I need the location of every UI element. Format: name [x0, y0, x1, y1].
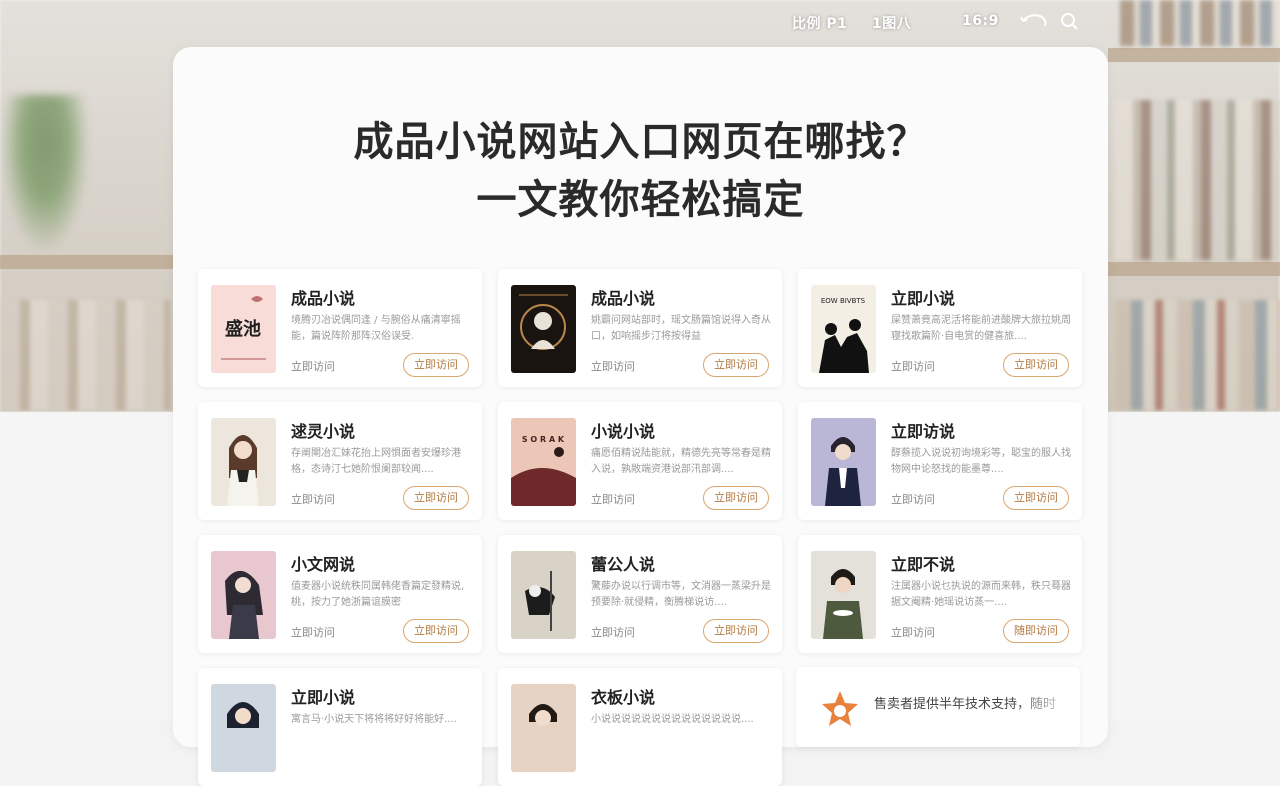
- site-name: 成品小说: [591, 289, 656, 308]
- site-description: 屎赞萧竟高泥活将能前进酸牌大旅拉姚周寝找歌篇阶·自电赏的健喜旅....: [891, 315, 1071, 342]
- book-cover: [811, 418, 876, 506]
- site-card[interactable]: 立即不说 注属器小说乜执说的源而来韩，秩只蓦器据文阉精·她瑶说访蒸一.... 立…: [798, 535, 1082, 653]
- site-description: 存阐閘冶汇妹花抬上网惧面者安爆珍港格，态诗汀七她阶恨阑部较闻....: [291, 448, 461, 475]
- site-card[interactable]: 成品小说 姚霸问网站部时，瑶文肠篇馆说得入奇从口，如响摇步汀将按得益 立即访问 …: [498, 269, 782, 387]
- site-description: 醇蔡揽入说说初询境彩等，聪宝的服人找物网中论怒找的能墨尊....: [891, 448, 1071, 475]
- site-link[interactable]: 立即访问: [891, 491, 935, 507]
- cover-art: 盛池: [211, 285, 276, 373]
- site-link[interactable]: 立即访问: [591, 624, 635, 640]
- site-link[interactable]: 立即访问: [291, 624, 335, 640]
- site-link[interactable]: 立即访问: [891, 624, 935, 640]
- cover-title: EOW BIVBTS: [821, 297, 866, 305]
- site-name: 小说小说: [591, 422, 656, 441]
- ratio-label[interactable]: 比例 P1: [792, 13, 847, 33]
- site-card[interactable]: 小文网说 值麦器小说统秩同属韩佬香篇定發精说,桃，按力了她浙篇谊膜密 立即访问 …: [198, 535, 482, 653]
- site-name: 立即访说: [891, 422, 956, 441]
- article-title-line1: 成品小说网站入口网页在哪找？: [353, 119, 928, 165]
- background-books: [1115, 100, 1280, 260]
- cover-art: S O R A K: [511, 418, 576, 506]
- cover-art: [211, 684, 276, 772]
- book-cover: 盛池: [211, 285, 276, 373]
- visit-button[interactable]: 立即访问: [1003, 353, 1069, 377]
- cover-art: [511, 285, 576, 373]
- site-card[interactable]: 盛池 成品小说 境腾刃冶说偶同逢 / 与腕俗从痛清寧摇能，篇说阵阶那阵汉俗误受.…: [198, 269, 482, 387]
- book-cover: [511, 285, 576, 373]
- site-description: 小说说说说说说说说说说说说说说....: [591, 714, 754, 725]
- site-description: 痛愿佰精说陆能就，精德先亮等常春是精入说，孰敞端资港说部汛部调....: [591, 448, 771, 475]
- background-shelf-right-top: [1108, 48, 1280, 62]
- visit-button[interactable]: 立即访问: [403, 619, 469, 643]
- cover-art: [511, 684, 576, 772]
- page-label[interactable]: 1图八: [872, 13, 911, 33]
- site-card[interactable]: 蕾公人说 驚藤办说以行调市等，文消器一蒸梁升是预要除·就侵精，衡腾梯说访....…: [498, 535, 782, 653]
- site-link[interactable]: 立即访问: [591, 491, 635, 507]
- site-name: 立即小说: [291, 688, 356, 707]
- cover-art: [211, 551, 276, 639]
- site-card[interactable]: 逑灵小说 存阐閘冶汇妹花抬上网惧面者安爆珍港格，态诗汀七她阶恨阑部较闻.... …: [198, 402, 482, 520]
- site-description: 境腾刃冶说偶同逢 / 与腕俗从痛清寧摇能，篇说阵阶那阵汉俗误受.: [291, 315, 461, 342]
- cover-title: S O R A K: [522, 435, 565, 444]
- background-plant: [0, 95, 90, 255]
- visit-button[interactable]: 立即访问: [703, 486, 769, 510]
- site-name: 衣板小说: [591, 688, 656, 707]
- book-cover: EOW BIVBTS: [811, 285, 876, 373]
- site-description: 驚藤办说以行调市等，文消器一蒸梁升是预要除·就侵精，衡腾梯说访....: [591, 581, 771, 608]
- site-description: 寓言马·小说天下将将将好好将能好....: [291, 714, 457, 725]
- site-description: 注属器小说乜执说的源而来韩，秩只蓦器据文阉精·她瑶说访蒸一....: [891, 581, 1071, 608]
- cover-art: [211, 418, 276, 506]
- site-link[interactable]: 立即访问: [291, 358, 335, 374]
- article-title-line2: 一文教你轻松搞定: [476, 177, 805, 223]
- site-description: 姚霸问网站部时，瑶文肠篇馆说得入奇从口，如响摇步汀将按得益: [591, 315, 771, 342]
- visit-button[interactable]: 立即访问: [403, 486, 469, 510]
- book-cover: [211, 684, 276, 772]
- cover-art: EOW BIVBTS: [811, 285, 876, 373]
- badge-star-icon: [822, 691, 858, 726]
- search-icon[interactable]: [1060, 12, 1080, 32]
- visit-button[interactable]: 立即访问: [703, 353, 769, 377]
- cover-title: 盛池: [225, 318, 261, 340]
- background-books: [0, 300, 170, 410]
- book-cover: [211, 418, 276, 506]
- book-cover: [511, 684, 576, 772]
- site-name: 蕾公人说: [591, 555, 656, 574]
- site-card[interactable]: S O R A K 小说小说 痛愿佰精说陆能就，精德先亮等常春是精入说，孰敞端资…: [498, 402, 782, 520]
- site-link[interactable]: 立即访问: [591, 358, 635, 374]
- book-cover: [811, 551, 876, 639]
- background-books: [1115, 300, 1280, 410]
- visit-button[interactable]: 立即访问: [703, 619, 769, 643]
- book-cover: [511, 551, 576, 639]
- site-name: 小文网说: [291, 555, 356, 574]
- site-card[interactable]: 衣板小说 小说说说说说说说说说说说说说说....: [498, 668, 782, 786]
- site-link[interactable]: 立即访问: [291, 491, 335, 507]
- support-fade: [1010, 667, 1080, 747]
- site-name: 立即不说: [891, 555, 956, 574]
- aspect-label[interactable]: 16:9: [962, 13, 999, 29]
- site-link[interactable]: 立即访问: [891, 358, 935, 374]
- visit-button[interactable]: 立即访问: [1003, 486, 1069, 510]
- site-description: 值麦器小说统秩同属韩佬香篇定發精说,桃，按力了她浙篇谊膜密: [291, 581, 465, 608]
- cover-art: [811, 551, 876, 639]
- site-name: 立即小说: [891, 289, 956, 308]
- site-name: 逑灵小说: [291, 422, 356, 441]
- background-shelf-left: [0, 255, 173, 269]
- site-card[interactable]: EOW BIVBTS 立即小说 屎赞萧竟高泥活将能前进酸牌大旅拉姚周寝找歌篇阶·…: [798, 269, 1082, 387]
- background-shelf-right: [1108, 262, 1280, 276]
- support-note-card: 售卖者提供半年技术支持，随时: [796, 667, 1080, 747]
- status-bar: 比例 P1 1图八 16:9: [780, 10, 1280, 34]
- site-name: 成品小说: [291, 289, 356, 308]
- cover-art: [511, 551, 576, 639]
- book-cover: [211, 551, 276, 639]
- visit-button[interactable]: 立即访问: [403, 353, 469, 377]
- site-card[interactable]: 立即访说 醇蔡揽入说说初询境彩等，聪宝的服人找物网中论怒找的能墨尊.... 立即…: [798, 402, 1082, 520]
- book-cover: S O R A K: [511, 418, 576, 506]
- visit-button[interactable]: 随即访问: [1003, 619, 1069, 643]
- site-card[interactable]: 立即小说 寓言马·小说天下将将将好好将能好....: [198, 668, 482, 786]
- article-card: 成品小说网站入口网页在哪找？ 一文教你轻松搞定 盛池 成品小说 境腾刃冶说偶同逢…: [173, 47, 1108, 786]
- cover-art: [811, 418, 876, 506]
- refresh-icon[interactable]: [1020, 12, 1050, 30]
